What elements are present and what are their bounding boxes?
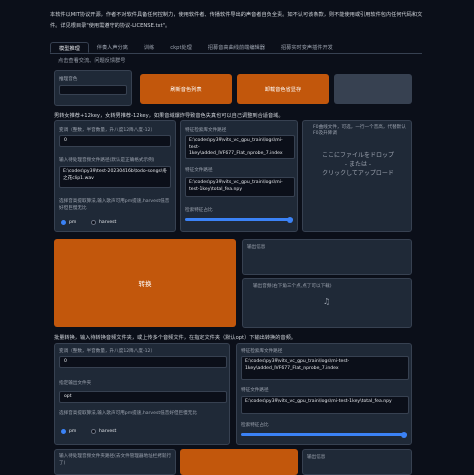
tab-training[interactable]: 训练 <box>136 42 162 53</box>
batch-f0-pm-radio[interactable]: pm <box>61 429 76 434</box>
convert-button[interactable]: 转换 <box>54 239 236 327</box>
tab-feedback[interactable]: 点击查看交流、问题反馈群号 <box>58 57 125 64</box>
tab-realtime-plugin[interactable]: 招募实时变声插件开发 <box>273 42 341 53</box>
batch-feature-field[interactable]: E:\codes\py39\vits_vc_gpu_train\logs\mi-… <box>241 396 409 414</box>
feature-path-label: 特征文件路径 <box>185 168 213 173</box>
radio-dot <box>61 429 66 434</box>
batch-transpose-label: 变调（整数，半音数量，升八度12降八度-12） <box>59 349 156 354</box>
batch-dir-label: 输入待处理音频文件夹路径(去文件管理器地址栏拷就行了) <box>59 454 172 466</box>
ratio-label: 检索特征占比 <box>185 208 213 213</box>
f0-file-dropzone[interactable]: ここにファイルをドロップ - または - クリックしてアップロード <box>307 151 409 178</box>
index-path-field[interactable]: E:\codes\py39\vits_vc_gpu_train\logs\mi-… <box>185 135 295 159</box>
input-path-label: 输入待处理音频文件路径(默认是正确格式示例) <box>59 158 155 163</box>
output-audio-label: 输出音频(右下角三个点,点了可以下载) <box>253 284 332 289</box>
batch-outdir-label: 指定输出文件夹 <box>59 381 92 386</box>
f0-harvest-radio[interactable]: harvest <box>91 220 116 225</box>
radio-dot <box>91 429 96 434</box>
radio-dot <box>61 220 66 225</box>
batch-ratio-label: 检索特征占比 <box>241 423 269 428</box>
batch-feature-label: 特征文件路径 <box>241 388 269 393</box>
music-note-icon: ♫ <box>323 297 331 306</box>
index-path-label: 特征检索库文件路径 <box>185 128 227 133</box>
batch-index-panel: 特征检索库文件路径 E:\codes\py39\vits_vc_gpu_trai… <box>236 343 412 445</box>
batch-index-field[interactable]: E:\codes\py39\vits_vc_gpu_train\logs\mi-… <box>241 356 409 380</box>
output-info-label: 输出信息 <box>247 245 266 250</box>
transpose-input[interactable]: 0 <box>59 135 171 147</box>
batch-index-label: 特征检索库文件路径 <box>241 349 283 354</box>
f0-method-label: 选择音高提取算法,输入歌声可用pm提速,harvest低音好但巨慢无比 <box>59 199 170 211</box>
batch-ratio-slider-knob[interactable] <box>401 431 407 438</box>
batch-f0-label: 选择音高提取算法,输入歌声可用pm提速,harvest低音好但巨慢无比 <box>59 411 197 416</box>
tab-inference[interactable]: 模型推理 <box>50 42 89 53</box>
speaker-select-panel: 推理音色 <box>54 70 132 106</box>
batch-dir-panel: 输入待处理音频文件夹路径(去文件管理器地址栏拷就行了) <box>54 449 176 475</box>
batch-settings-panel: 变调（整数，半音数量，升八度12降八度-12） 0 指定输出文件夹 opt 选择… <box>54 343 230 445</box>
batch-hint: 批量转换，输入待转换音频文件夹，或上传多个音频文件，在指定文件夹（默认opt）下… <box>54 335 296 341</box>
tab-ckpt[interactable]: ckpt处理 <box>162 42 200 53</box>
transpose-hint: 男转女推荐+12key，女转男推荐-12key，如果音域爆炸导致音色失真也可以自… <box>54 113 284 119</box>
speaker-dropdown[interactable] <box>59 85 127 95</box>
radio-dot <box>91 220 96 225</box>
f0-file-panel: F0曲线文件，可选，一行一个音高，代替默认F0及升降调 ここにファイルをドロップ… <box>302 120 412 232</box>
batch-outdir-input[interactable]: opt <box>59 391 227 403</box>
refresh-speakers-button[interactable]: 刷新音色列表 <box>140 74 232 104</box>
ratio-slider-knob[interactable] <box>287 216 293 223</box>
tab-pitch-editor[interactable]: 招募音高曲线前端编辑器 <box>200 42 273 53</box>
speaker-label: 推理音色 <box>59 77 78 82</box>
transpose-label: 变调（整数，半音数量，升八度12降八度-12） <box>59 128 156 133</box>
input-path-field[interactable]: E:\codes\py39\test-20230416b\todo-songs\… <box>59 166 171 188</box>
main-tabs: 模型推理 伴奏人声分离 训练 ckpt处理 招募音高曲线前端编辑器 招募实时变声… <box>50 42 422 54</box>
output-info-panel: 输出信息 <box>242 239 412 275</box>
ratio-slider[interactable] <box>185 218 293 221</box>
empty-button <box>334 74 412 104</box>
batch-transpose-input[interactable]: 0 <box>59 356 227 368</box>
license-notice: 本软件以MIT协议开源，作者不对软件具备任何控制力，使用软件者、传播软件导出的声… <box>50 12 423 29</box>
batch-f0-harvest-radio[interactable]: harvest <box>91 429 116 434</box>
batch-output-info-panel: 输出信息 <box>302 449 412 475</box>
output-audio-panel: 输出音频(右下角三个点,点了可以下载) ♫ <box>242 278 412 328</box>
unload-speaker-button[interactable]: 卸载音色省显存 <box>237 74 329 104</box>
batch-upload-button[interactable] <box>180 449 298 475</box>
batch-ratio-slider[interactable] <box>241 433 407 436</box>
f0-file-label: F0曲线文件，可选，一行一个音高，代替默认F0及升降调 <box>313 125 406 136</box>
feature-path-field[interactable]: E:\codes\py39\vits_vc_gpu_train\logs\mi-… <box>185 177 295 197</box>
single-index-panel: 特征检索库文件路径 E:\codes\py39\vits_vc_gpu_trai… <box>180 120 298 232</box>
batch-output-info-label: 输出信息 <box>307 455 326 460</box>
single-settings-panel: 变调（整数，半音数量，升八度12降八度-12） 0 输入待处理音频文件路径(默认… <box>54 120 176 232</box>
f0-pm-radio[interactable]: pm <box>61 220 76 225</box>
tab-separation[interactable]: 伴奏人声分离 <box>89 42 136 53</box>
